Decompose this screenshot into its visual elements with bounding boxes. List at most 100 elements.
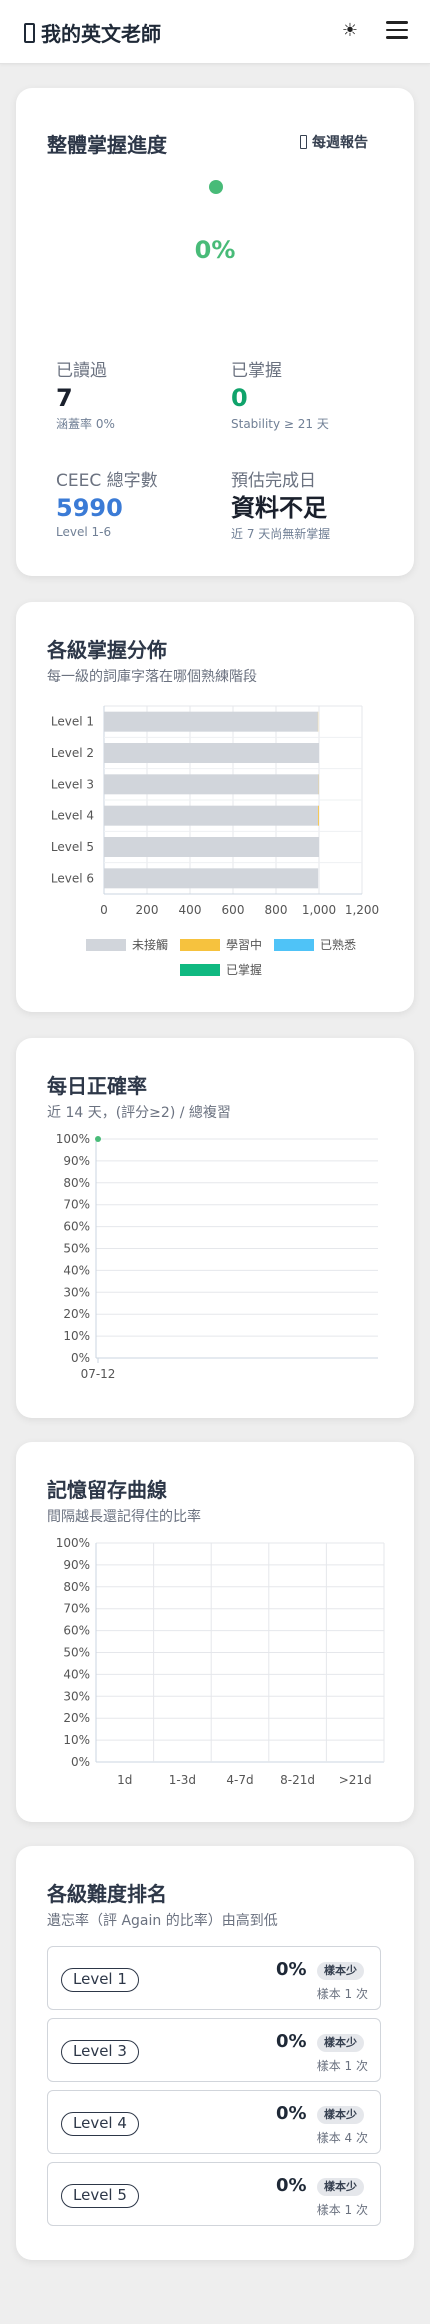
y-tick-label: 20% [63, 1307, 90, 1321]
stat-note: 涵蓋率 0% [56, 417, 115, 431]
x-tick-label: 8-21d [280, 1773, 315, 1787]
sample-count: 樣本 1 次 [316, 2059, 368, 2073]
distribution-card: 各級掌握分佈 每一級的詞庫字落在哪個熟練階段 0 200 400 600 800 1,00… [16, 602, 414, 1012]
legend-swatch [85, 938, 126, 951]
y-tick-label: 0% [71, 1351, 90, 1365]
y-tick-label: 50% [63, 1242, 90, 1256]
forget-rate: 0% [276, 1959, 307, 1980]
sample-badge: 樣本少 [317, 2178, 364, 2196]
difficulty-title: 各級難度排名 [47, 1882, 167, 1906]
stat-value: 0 [231, 384, 248, 412]
difficulty-card: 各級難度排名 遺忘率（評 Again 的比率）由高到低 Level 1 0% 樣… [16, 1846, 414, 2260]
stat-eta: 預估完成日 資料不足 近 7 天尚無新掌握 [231, 466, 330, 542]
forget-rate: 0% [276, 2175, 307, 2196]
sample-badge: 樣本少 [317, 2106, 364, 2124]
x-tick-label: 4-7d [226, 1773, 253, 1787]
distribution-chart: 0 200 400 600 800 1,000 1,200 Level 1 Level 2 Lev… [51, 705, 379, 917]
bar-segment [104, 743, 319, 763]
x-tick-label: 1,200 [345, 903, 379, 917]
difficulty-row[interactable]: Level 1 0% 樣本少 樣本 1 次 [47, 1946, 381, 2010]
y-tick-label: Level 3 [51, 777, 94, 791]
legend-item[interactable]: 未接觸 [85, 936, 168, 953]
legend-item[interactable]: 學習中 [179, 936, 262, 953]
y-tick-label: Level 2 [51, 746, 94, 760]
sample-count: 樣本 1 次 [316, 1987, 368, 2001]
difficulty-row[interactable]: Level 4 0% 樣本少 樣本 4 次 [47, 2090, 381, 2154]
stat-value: 資料不足 [231, 494, 327, 522]
legend-swatch [179, 963, 220, 976]
stat-total-words: CEEC 總字數 5990 Level 1-6 [56, 466, 158, 539]
retention-chart: 0% 10% 20% 30% 40% 50% 60% 70% 80% 90% 100% 1d 1-3d 4… [56, 1536, 385, 1787]
difficulty-row[interactable]: Level 5 0% 樣本少 樣本 1 次 [47, 2162, 381, 2226]
legend-label: 已掌握 [225, 963, 262, 977]
bar-segment [104, 774, 319, 795]
daily-accuracy-chart: 0% 10% 20% 30% 40% 50% 60% 70% 80% 90% 100% 07-12 [56, 1132, 378, 1381]
app-title: 我的英文老師 [24, 18, 161, 47]
y-tick-label: 20% [63, 1711, 90, 1725]
sample-badge: 樣本少 [317, 1962, 364, 1980]
level-chip: Level 1 [61, 1968, 139, 1992]
stat-label: CEEC 總字數 [56, 471, 158, 491]
x-tick-label: 600 [222, 903, 245, 917]
bar-segment [104, 837, 319, 857]
y-tick-label: 10% [63, 1329, 90, 1343]
data-point [95, 1136, 101, 1142]
retention-card: 記憶留存曲線 間隔越長還記得住的比率 0% 10% 20% 30% 40% 50% 60% 7… [16, 1442, 414, 1822]
stat-mastered: 已掌握 0 Stability ≥ 21 天 [231, 356, 329, 432]
y-tick-label: 90% [63, 1558, 90, 1572]
stat-read: 已讀過 7 涵蓋率 0% [56, 356, 115, 432]
y-tick-label: 40% [63, 1667, 90, 1681]
legend-swatch [179, 938, 220, 951]
stat-note: Stability ≥ 21 天 [231, 417, 329, 431]
top-bar: 我的英文老師 ☀ [0, 0, 430, 64]
y-tick-label: 50% [63, 1646, 90, 1660]
legend-label: 學習中 [225, 938, 262, 952]
stat-note: Level 1-6 [56, 525, 112, 539]
forget-rate: 0% [276, 2031, 307, 2052]
legend-item[interactable]: 已熟悉 [274, 936, 356, 953]
x-tick-label: 400 [179, 903, 202, 917]
difficulty-row[interactable]: Level 3 0% 樣本少 樣本 1 次 [47, 2018, 381, 2082]
stat-value: 7 [56, 384, 73, 412]
stat-label: 預估完成日 [231, 471, 316, 491]
level-chip: Level 3 [61, 2040, 139, 2064]
legend-item[interactable]: 已掌握 [179, 961, 262, 978]
difficulty-subtitle: 遺忘率（評 Again 的比率）由高到低 [47, 1913, 278, 1929]
stat-label: 已掌握 [231, 361, 282, 381]
x-tick-label: >21d [339, 1773, 372, 1787]
y-tick-label: 40% [63, 1263, 90, 1277]
stat-note: 近 7 天尚無新掌握 [231, 527, 331, 541]
menu-icon[interactable] [386, 21, 408, 41]
bar-segment [104, 805, 319, 826]
app-title-text: 我的英文老師 [41, 22, 161, 46]
y-tick-label: 70% [63, 1602, 90, 1616]
stat-value: 5990 [56, 494, 123, 522]
legend-label: 未接觸 [131, 938, 168, 952]
x-tick-label: 800 [265, 903, 288, 917]
level-chip: Level 4 [61, 2112, 139, 2136]
report-icon [300, 135, 307, 149]
x-tick-label: 1,000 [302, 903, 336, 917]
daily-accuracy-card: 每日正確率 近 14 天，(評分≥2) / 總複習 0% 10% 20% 30% 40%… [16, 1038, 414, 1418]
y-tick-label: 70% [63, 1198, 90, 1212]
y-tick-label: 10% [63, 1733, 90, 1747]
y-tick-label: 30% [63, 1689, 90, 1703]
y-tick-label: 80% [63, 1580, 90, 1594]
legend-label: 已熟悉 [320, 938, 357, 952]
y-tick-label: Level 5 [51, 840, 94, 854]
theme-toggle-icon[interactable]: ☀ [338, 18, 362, 44]
y-tick-label: 100% [56, 1536, 90, 1550]
book-icon [24, 22, 35, 43]
weekly-report-label: 每週報告 [312, 135, 368, 151]
forget-rate: 0% [276, 2103, 307, 2124]
y-tick-label: Level 4 [51, 809, 94, 823]
sample-badge: 樣本少 [317, 2034, 364, 2052]
stat-label: 已讀過 [56, 361, 107, 381]
weekly-report-button[interactable]: 每週報告 [300, 132, 368, 152]
x-tick-label: 1d [117, 1773, 132, 1787]
level-chip: Level 5 [61, 2184, 139, 2208]
overview-card: 整體掌握進度 每週報告 0% 已讀過 7 涵蓋率 0% 已掌握 0 Stabil… [16, 88, 414, 576]
x-tick-label: 0 [100, 903, 108, 917]
y-tick-label: 80% [63, 1176, 90, 1190]
bar-segment [104, 711, 318, 732]
